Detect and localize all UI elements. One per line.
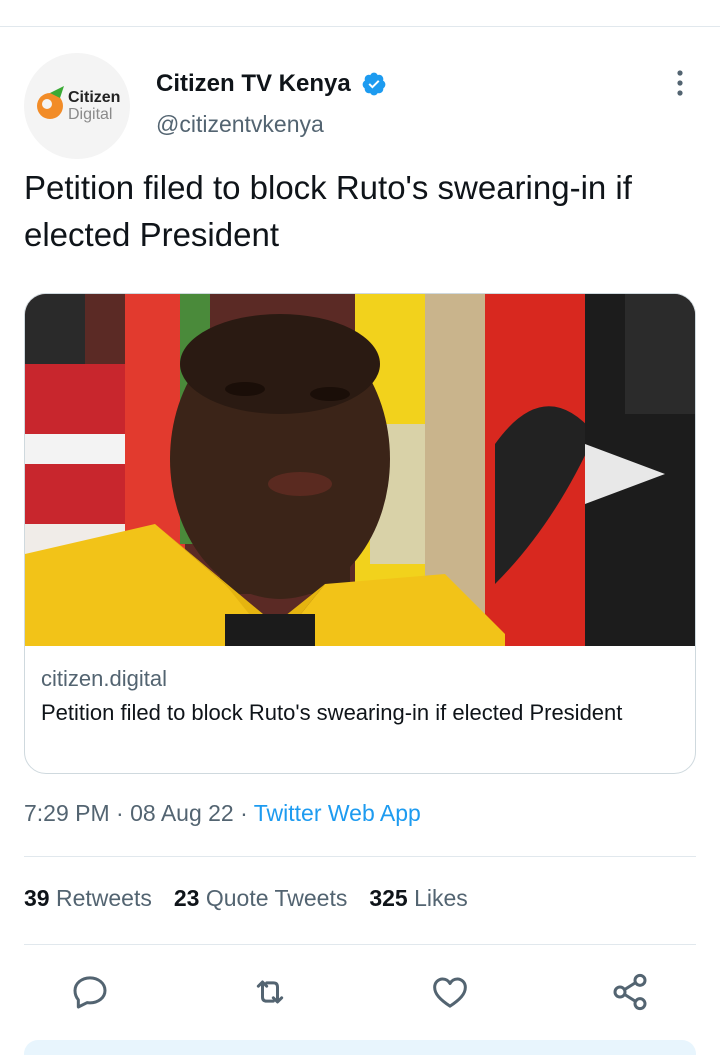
meta-separator: · bbox=[233, 800, 254, 826]
top-divider bbox=[0, 26, 720, 27]
meta-separator: · bbox=[109, 800, 131, 826]
avatar-wordmark: Citizen Digital bbox=[68, 89, 120, 123]
link-card[interactable]: citizen.digital Petition filed to block … bbox=[24, 293, 696, 774]
avatar-line1: Citizen bbox=[68, 89, 121, 106]
quote-tweets-count: 23 bbox=[173, 885, 200, 911]
reply-icon[interactable] bbox=[70, 972, 110, 1012]
avatar-line2: Digital bbox=[68, 106, 113, 123]
account-name-row[interactable]: Citizen TV Kenya bbox=[156, 70, 387, 98]
divider bbox=[24, 856, 696, 857]
retweets-label: Retweets bbox=[55, 885, 152, 911]
tweet-date[interactable]: 08 Aug 22 bbox=[130, 800, 234, 826]
likes-label: Likes bbox=[414, 885, 468, 911]
avatar[interactable]: Citizen Digital bbox=[24, 53, 130, 159]
card-image bbox=[25, 294, 695, 646]
like-icon[interactable] bbox=[430, 972, 470, 1012]
quote-tweets-stat[interactable]: 23 Quote Tweets bbox=[174, 885, 347, 911]
retweet-icon[interactable] bbox=[250, 972, 290, 1012]
retweets-count: 39 bbox=[24, 885, 50, 911]
tweet-text: Petition filed to block Ruto's swearing-… bbox=[24, 169, 632, 253]
likes-stat[interactable]: 325 Likes bbox=[369, 885, 467, 911]
card-title: Petition filed to block Ruto's swearing-… bbox=[41, 700, 623, 725]
more-icon[interactable] bbox=[670, 68, 690, 98]
likes-count: 325 bbox=[369, 885, 408, 911]
tweet-time[interactable]: 7:29 PM bbox=[24, 800, 110, 826]
account-handle[interactable]: @citizentvkenya bbox=[156, 111, 324, 138]
display-name[interactable]: Citizen TV Kenya bbox=[156, 70, 351, 98]
card-domain: citizen.digital bbox=[41, 666, 167, 691]
source-app-link[interactable]: Twitter Web App bbox=[254, 800, 421, 826]
engagement-stats: 39 Retweets 23 Quote Tweets 325 Likes bbox=[24, 885, 468, 912]
divider bbox=[24, 944, 696, 945]
share-icon[interactable] bbox=[610, 972, 650, 1012]
card-meta: citizen.digital Petition filed to block … bbox=[41, 664, 681, 729]
retweets-stat[interactable]: 39 Retweets bbox=[24, 885, 152, 911]
tweet-meta: 7:29 PM · 08 Aug 22 · Twitter Web App bbox=[24, 800, 421, 827]
reply-bar[interactable] bbox=[24, 1040, 696, 1055]
verified-icon bbox=[362, 72, 386, 96]
quote-tweets-label: Quote Tweets bbox=[205, 885, 348, 911]
